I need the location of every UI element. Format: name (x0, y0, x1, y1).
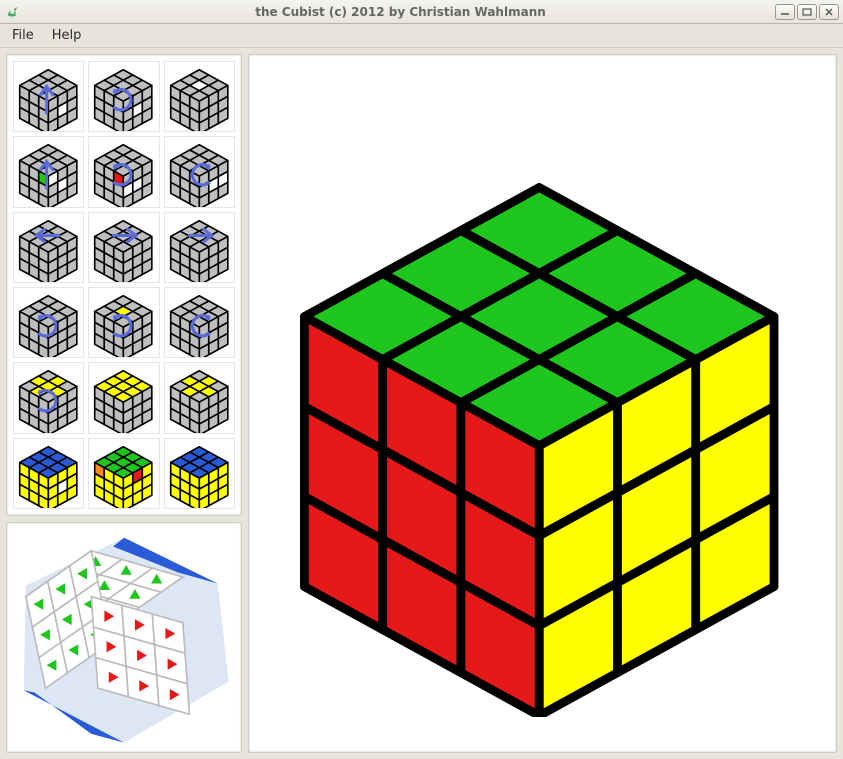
titlebar: the Cubist (c) 2012 by Christian Wahlman… (0, 0, 843, 24)
minimize-button[interactable] (775, 4, 795, 20)
cube-preset-thumb[interactable] (13, 212, 84, 283)
cube-preset-thumb[interactable] (164, 362, 235, 433)
window-controls (775, 4, 839, 20)
menu-file[interactable]: File (4, 25, 42, 46)
cube-preset-thumb[interactable] (164, 136, 235, 207)
menubar: File Help (0, 24, 843, 48)
cube-preset-thumb[interactable] (164, 287, 235, 358)
left-column (6, 54, 242, 753)
cube-preset-thumb[interactable] (88, 438, 159, 509)
thumbnails-grid (13, 61, 235, 509)
cube-preset-thumb[interactable] (164, 61, 235, 132)
cube-preset-thumb[interactable] (13, 362, 84, 433)
close-button[interactable] (819, 4, 839, 20)
cube-preset-thumb[interactable] (13, 136, 84, 207)
menu-help[interactable]: Help (44, 25, 90, 46)
cube-preset-thumb[interactable] (88, 287, 159, 358)
main-3d-view[interactable] (248, 54, 837, 753)
preview-panel (6, 522, 242, 753)
cube-preset-thumb[interactable] (88, 362, 159, 433)
maximize-button[interactable] (797, 4, 817, 20)
cube-preset-thumb[interactable] (164, 438, 235, 509)
java-app-icon (4, 4, 20, 20)
cube-preset-thumb[interactable] (13, 287, 84, 358)
unfolded-cube-preview[interactable] (15, 529, 233, 747)
thumbnails-panel (6, 54, 242, 516)
window-title: the Cubist (c) 2012 by Christian Wahlman… (26, 5, 775, 19)
client-area (0, 48, 843, 759)
cube-preset-thumb[interactable] (88, 212, 159, 283)
cube-preset-thumb[interactable] (13, 61, 84, 132)
cube-preset-thumb[interactable] (13, 438, 84, 509)
main-cube[interactable] (278, 90, 806, 717)
cube-preset-thumb[interactable] (164, 212, 235, 283)
cube-preset-thumb[interactable] (88, 61, 159, 132)
cube-preset-thumb[interactable] (88, 136, 159, 207)
